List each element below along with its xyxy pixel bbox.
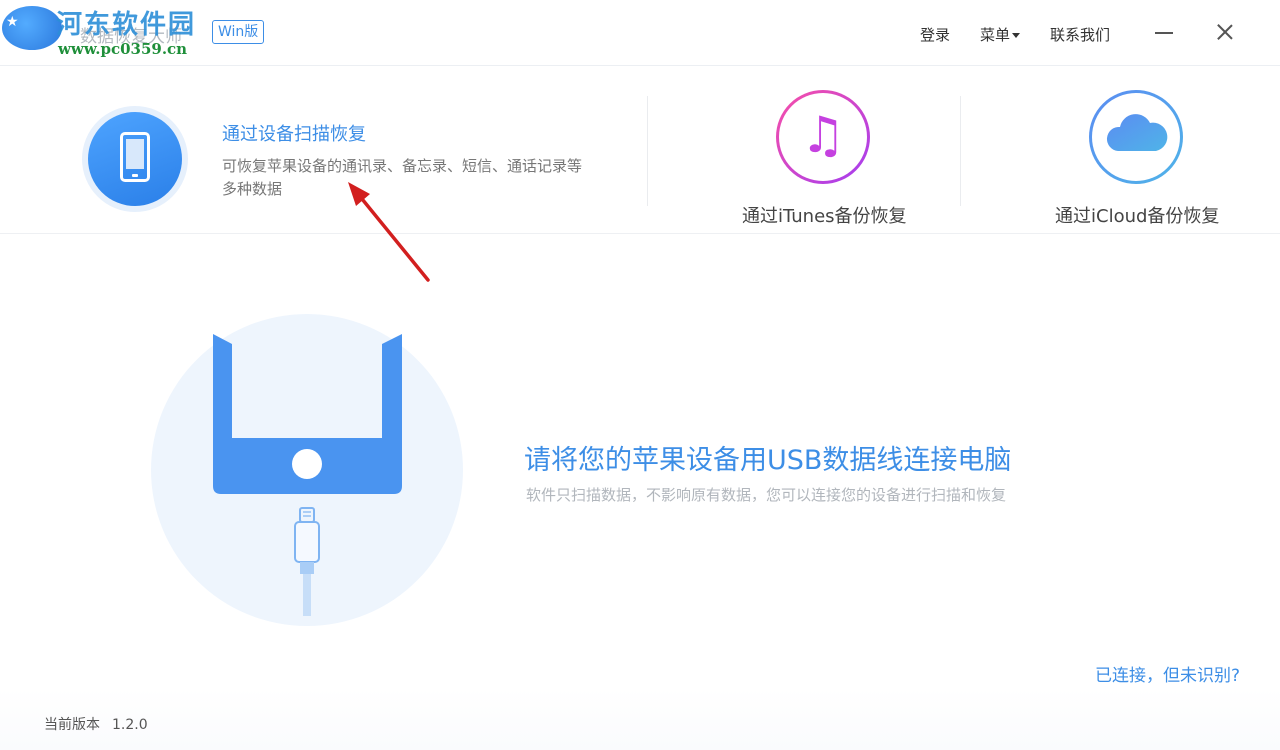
itunes-backup-label[interactable]: 通过iTunes备份恢复: [742, 202, 907, 228]
version-label: 当前版本: [44, 717, 100, 733]
phone-icon: [88, 112, 182, 206]
title-bar: ★ 数据恢复大师 河东软件园 www.pc0359.cn Win版 登录 菜单 …: [0, 0, 1280, 66]
app-logo: ★ 数据恢复大师 河东软件园 www.pc0359.cn: [0, 0, 200, 66]
connect-instruction-subtitle: 软件只扫描数据，不影响原有数据，您可以连接您的设备进行扫描和恢复: [526, 486, 1007, 504]
icloud-cloud-icon[interactable]: [1089, 90, 1183, 184]
footer: 当前版本 1.2.0: [0, 688, 1280, 750]
device-scan-title[interactable]: 通过设备扫描恢复: [222, 120, 366, 146]
contact-link[interactable]: 联系我们: [1050, 24, 1110, 45]
caret-down-icon: [1011, 33, 1020, 38]
login-link[interactable]: 登录: [920, 24, 950, 45]
device-desc-line1: 可恢复苹果设备的通讯录、备忘录、短信、通话记录等: [222, 157, 583, 175]
itunes-music-icon[interactable]: ♫: [776, 90, 870, 184]
connected-not-recognized-link[interactable]: 已连接，但未识别?: [1095, 661, 1240, 686]
annotation-arrow-icon: [348, 182, 430, 282]
watermark-url: www.pc0359.cn: [58, 40, 188, 58]
divider: [960, 96, 961, 206]
close-button[interactable]: [1213, 20, 1237, 44]
win-edition-badge: Win版: [212, 20, 265, 44]
menu-dropdown[interactable]: 菜单: [980, 24, 1020, 45]
top-nav: 登录 菜单 联系我们: [920, 24, 1110, 45]
phone-usb-illustration-icon: [213, 334, 402, 616]
watermark-name: 河东软件园: [56, 10, 197, 40]
connect-instruction-title: 请将您的苹果设备用USB数据线连接电脑: [524, 445, 1012, 476]
version-value: 1.2.0: [112, 717, 148, 733]
star-icon: ★: [6, 14, 19, 30]
version-info: 当前版本 1.2.0: [44, 714, 148, 734]
menu-label: 菜单: [979, 26, 1010, 44]
icloud-backup-label[interactable]: 通过iCloud备份恢复: [1055, 202, 1219, 228]
minimize-button[interactable]: [1152, 20, 1176, 44]
divider: [647, 96, 648, 206]
